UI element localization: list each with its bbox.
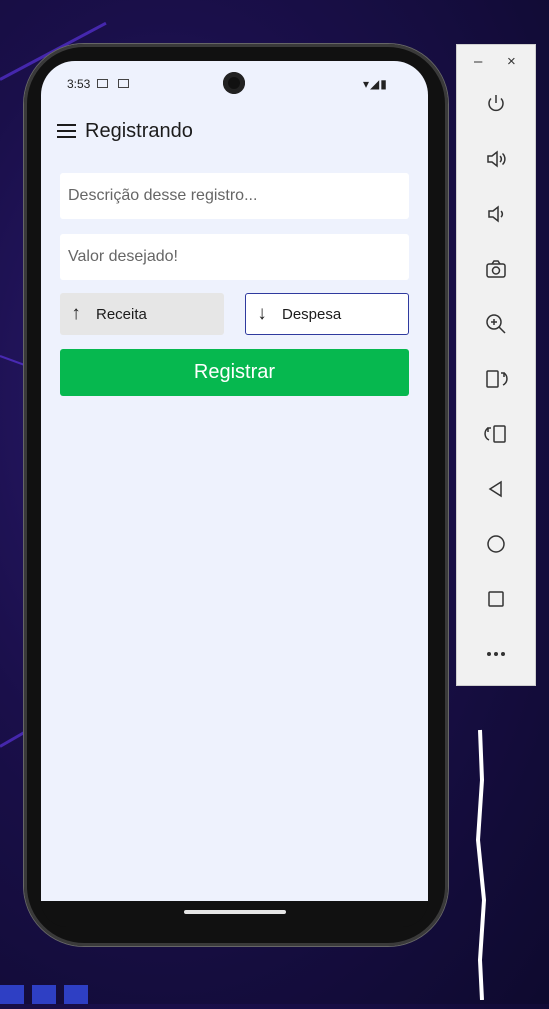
expense-label: Despesa [282,305,342,323]
status-time: 3:53 [67,77,91,91]
page-title: Registrando [85,120,193,142]
arrow-up-icon: ↑ [71,303,81,324]
notification-icon [118,79,129,88]
rotate-left-icon[interactable] [479,417,513,451]
expense-toggle-button[interactable]: ↓ Despesa [245,293,409,335]
zoom-in-icon[interactable] [479,307,513,341]
minimize-button[interactable]: – [474,53,482,70]
emulator-toolbar: – × [456,44,536,686]
home-icon[interactable] [479,527,513,561]
notification-icon [97,79,108,88]
value-input[interactable] [60,234,409,280]
volume-down-icon[interactable] [479,197,513,231]
income-label: Receita [96,305,147,323]
bg-circuit-decoration [475,729,487,1000]
phone-chin [41,901,428,927]
phone-screen: 3:53 ▾◢▮ Registrando ↑ Receita ↓ Despesa… [41,61,428,901]
close-button[interactable]: × [507,53,516,70]
register-button[interactable]: Registrar [60,349,409,396]
more-icon[interactable] [479,637,513,671]
overview-icon[interactable] [479,582,513,616]
camera-icon[interactable] [479,252,513,286]
power-icon[interactable] [479,87,513,121]
volume-up-icon[interactable] [479,142,513,176]
bg-squares [0,985,96,1009]
menu-icon[interactable] [57,124,76,138]
income-toggle-button[interactable]: ↑ Receita [60,293,224,335]
status-icons: ▾◢▮ [363,77,388,91]
rotate-right-icon[interactable] [479,362,513,396]
description-input[interactable] [60,173,409,219]
back-icon[interactable] [479,472,513,506]
arrow-down-icon: ↓ [257,303,267,324]
gesture-home-bar[interactable] [184,910,286,914]
front-camera [223,72,245,94]
